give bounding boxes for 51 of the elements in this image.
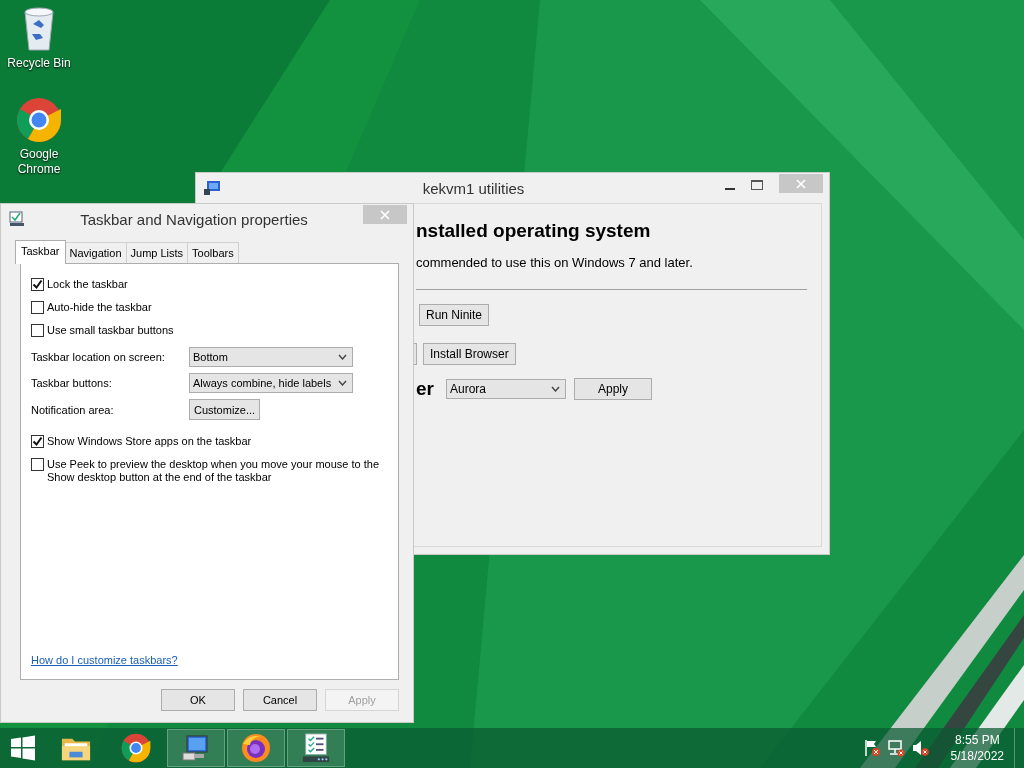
setting-label: Taskbar buttons: bbox=[31, 377, 113, 389]
help-link[interactable]: How do I customize taskbars? bbox=[31, 654, 178, 666]
section-label: er bbox=[416, 378, 434, 400]
dialog-button[interactable]: Cancel bbox=[243, 689, 317, 711]
dialog-title: Taskbar and Navigation properties bbox=[79, 210, 309, 228]
checkbox-label: Use Peek to preview the desktop when you move your mouse to the Show desktop button at the end of the taskbar bbox=[47, 458, 380, 484]
checkbox[interactable] bbox=[31, 435, 44, 448]
flag-icon bbox=[862, 739, 881, 757]
dropdown[interactable]: Bottom bbox=[189, 347, 353, 367]
checkbox[interactable] bbox=[31, 301, 44, 314]
dropdown[interactable]: Aurora bbox=[445, 379, 566, 399]
apply-button[interactable]: Apply bbox=[573, 378, 652, 400]
computer-icon bbox=[204, 180, 222, 196]
checklist-icon bbox=[301, 733, 331, 763]
icon-label[interactable]: Google Chrome bbox=[14, 147, 64, 177]
setting-label: Notification area: bbox=[31, 403, 115, 416]
checkbox-label: Auto-hide the taskbar bbox=[47, 301, 152, 314]
taskbar-settings-icon bbox=[9, 211, 25, 227]
checkbox-label: Show Windows Store apps on the taskbar bbox=[47, 435, 252, 448]
chrome-icon bbox=[121, 733, 151, 763]
button[interactable]: Install Browser bbox=[423, 342, 516, 365]
clock[interactable]: 8:55 PM 5/18/2022 bbox=[950, 732, 1004, 764]
chevron-icon bbox=[338, 354, 347, 360]
dialog-button[interactable]: OK bbox=[161, 689, 235, 711]
tab[interactable]: Toolbars bbox=[187, 242, 239, 263]
tab[interactable]: Taskbar bbox=[15, 240, 66, 264]
checkbox[interactable] bbox=[31, 278, 44, 291]
firefox-icon bbox=[241, 733, 271, 763]
window-title: kekvm1 utilities bbox=[421, 179, 526, 197]
checkbox[interactable] bbox=[31, 324, 44, 337]
taskbar-button[interactable] bbox=[227, 729, 285, 767]
taskbar-button[interactable] bbox=[287, 729, 345, 767]
icon-label[interactable]: Recycle Bin bbox=[5, 56, 73, 71]
setting-label: Taskbar location on screen: bbox=[31, 351, 166, 363]
chevron-icon bbox=[550, 386, 560, 392]
network-icon bbox=[886, 739, 905, 757]
checkbox-label: Lock the taskbar bbox=[47, 278, 128, 291]
chrome-icon bbox=[16, 97, 62, 143]
checkbox[interactable] bbox=[31, 458, 44, 471]
chevron-icon bbox=[338, 380, 347, 386]
maximize-icon[interactable] bbox=[751, 180, 763, 190]
speaker-icon bbox=[910, 739, 929, 757]
customize-button[interactable]: Customize... bbox=[189, 399, 261, 420]
taskbar-button[interactable] bbox=[167, 729, 225, 767]
dropdown[interactable]: Always combine, hide labels bbox=[189, 373, 353, 393]
button[interactable]: Run Ninite bbox=[419, 303, 490, 326]
heading: nstalled operating system bbox=[416, 220, 652, 242]
computer-icon bbox=[181, 733, 211, 763]
note-text: commended to use this on Windows 7 and later. bbox=[416, 255, 694, 270]
checkbox-label: Use small taskbar buttons bbox=[47, 324, 174, 337]
start-button[interactable] bbox=[9, 734, 37, 762]
